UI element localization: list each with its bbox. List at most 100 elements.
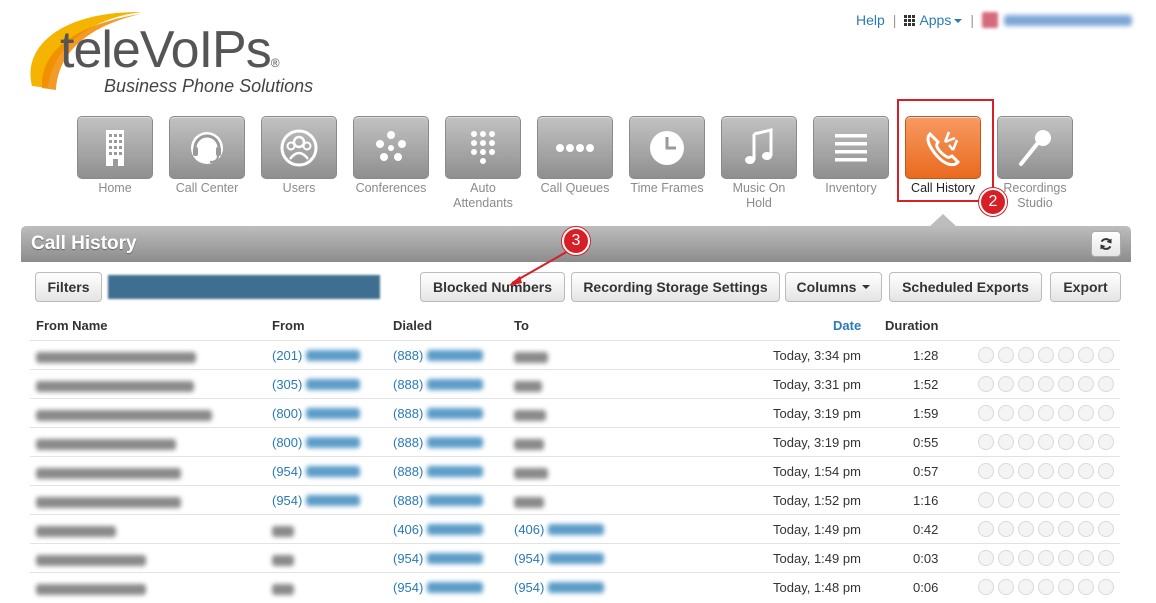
table-row[interactable]: (305) (888) Today, 3:31 pm 1:52 [30,369,1120,398]
info-icon[interactable] [1058,550,1074,566]
table-row[interactable]: (800) (888) Today, 3:19 pm 0:55 [30,427,1120,456]
block-icon[interactable] [978,376,994,392]
play-audio-icon[interactable] [1018,579,1034,595]
search-icon[interactable] [1038,463,1054,479]
brand-logo[interactable]: teleVoIPs® Business Phone Solutions [22,6,322,98]
from-number[interactable]: (954) [272,464,360,479]
column-header-duration[interactable]: Duration [885,318,938,333]
recording-storage-settings-button[interactable]: Recording Storage Settings [571,272,780,302]
block-icon[interactable] [978,550,994,566]
from-number[interactable]: (954) [272,493,360,508]
play-audio-icon[interactable] [1018,347,1034,363]
search-icon[interactable] [1038,434,1054,450]
table-row[interactable]: (954) (954) Today, 1:48 pm 0:06 [30,572,1120,601]
dialed-number[interactable]: (888) [393,435,483,450]
dialed-number[interactable]: (954) [393,551,483,566]
notes-icon[interactable] [1098,434,1114,450]
columns-dropdown[interactable]: Columns [785,272,882,302]
nav-item-home[interactable]: Home [77,116,153,211]
download-icon[interactable] [998,347,1014,363]
scheduled-exports-button[interactable]: Scheduled Exports [889,272,1042,302]
block-icon[interactable] [978,521,994,537]
dialed-number[interactable]: (888) [393,493,483,508]
filters-button[interactable]: Filters [35,272,102,302]
dialed-number[interactable]: (888) [393,348,483,363]
block-icon[interactable] [978,492,994,508]
info-icon[interactable] [1058,521,1074,537]
export-button[interactable]: Export [1050,272,1121,302]
search-icon[interactable] [1038,550,1054,566]
search-icon[interactable] [1038,347,1054,363]
from-number[interactable]: (800) [272,406,360,421]
search-icon[interactable] [1038,521,1054,537]
nav-item-inventory[interactable]: Inventory [813,116,889,211]
search-icon[interactable] [1038,376,1054,392]
from-number[interactable]: (800) [272,435,360,450]
download-icon[interactable] [998,492,1014,508]
transcript-icon[interactable] [1078,579,1094,595]
table-row[interactable]: (954) (954) Today, 1:49 pm 0:03 [30,543,1120,572]
notes-icon[interactable] [1098,492,1114,508]
notes-icon[interactable] [1098,347,1114,363]
column-header-from[interactable]: From [272,318,305,333]
block-icon[interactable] [978,347,994,363]
block-icon[interactable] [978,434,994,450]
to-number[interactable]: (954) [514,580,604,595]
info-icon[interactable] [1058,492,1074,508]
info-icon[interactable] [1058,463,1074,479]
column-header-dialed[interactable]: Dialed [393,318,432,333]
download-icon[interactable] [998,521,1014,537]
dialed-number[interactable]: (954) [393,580,483,595]
play-audio-icon[interactable] [1018,492,1034,508]
nav-item-recordings-studio[interactable]: Recordings Studio [997,116,1073,211]
play-audio-icon[interactable] [1018,521,1034,537]
transcript-icon[interactable] [1078,405,1094,421]
to-number[interactable]: (406) [514,522,604,537]
play-audio-icon[interactable] [1018,434,1034,450]
block-icon[interactable] [978,463,994,479]
transcript-icon[interactable] [1078,434,1094,450]
user-menu[interactable] [982,12,1132,28]
nav-item-call-center[interactable]: Call Center [169,116,245,211]
download-icon[interactable] [998,463,1014,479]
download-icon[interactable] [998,579,1014,595]
dialed-number[interactable]: (888) [393,464,483,479]
column-header-date[interactable]: Date [833,318,861,333]
help-link[interactable]: Help [856,12,885,28]
info-icon[interactable] [1058,347,1074,363]
table-row[interactable]: (406) (406) Today, 1:49 pm 0:42 [30,514,1120,543]
nav-item-call-queues[interactable]: Call Queues [537,116,613,211]
blocked-numbers-button[interactable]: Blocked Numbers [420,272,565,302]
from-number[interactable]: (201) [272,348,360,363]
block-icon[interactable] [978,579,994,595]
block-icon[interactable] [978,405,994,421]
dialed-number[interactable]: (888) [393,406,483,421]
refresh-button[interactable] [1091,231,1121,257]
dialed-number[interactable]: (888) [393,377,483,392]
nav-item-auto-attendants[interactable]: Auto Attendants [445,116,521,211]
play-audio-icon[interactable] [1018,405,1034,421]
transcript-icon[interactable] [1078,492,1094,508]
notes-icon[interactable] [1098,550,1114,566]
table-row[interactable]: (954) (888) Today, 1:52 pm 1:16 [30,485,1120,514]
search-icon[interactable] [1038,405,1054,421]
nav-item-conferences[interactable]: Conferences [353,116,429,211]
table-row[interactable]: (954) (888) Today, 1:54 pm 0:57 [30,456,1120,485]
apps-menu[interactable]: Apps [904,12,963,28]
transcript-icon[interactable] [1078,376,1094,392]
play-audio-icon[interactable] [1018,550,1034,566]
notes-icon[interactable] [1098,376,1114,392]
nav-item-users[interactable]: Users [261,116,337,211]
search-icon[interactable] [1038,492,1054,508]
notes-icon[interactable] [1098,521,1114,537]
transcript-icon[interactable] [1078,463,1094,479]
info-icon[interactable] [1058,579,1074,595]
notes-icon[interactable] [1098,405,1114,421]
download-icon[interactable] [998,376,1014,392]
table-row[interactable]: (201) (888) Today, 3:34 pm 1:28 [30,340,1120,369]
from-number[interactable]: (305) [272,377,360,392]
nav-item-music-on-hold[interactable]: Music On Hold [721,116,797,211]
info-icon[interactable] [1058,376,1074,392]
notes-icon[interactable] [1098,579,1114,595]
table-row[interactable]: (800) (888) Today, 3:19 pm 1:59 [30,398,1120,427]
